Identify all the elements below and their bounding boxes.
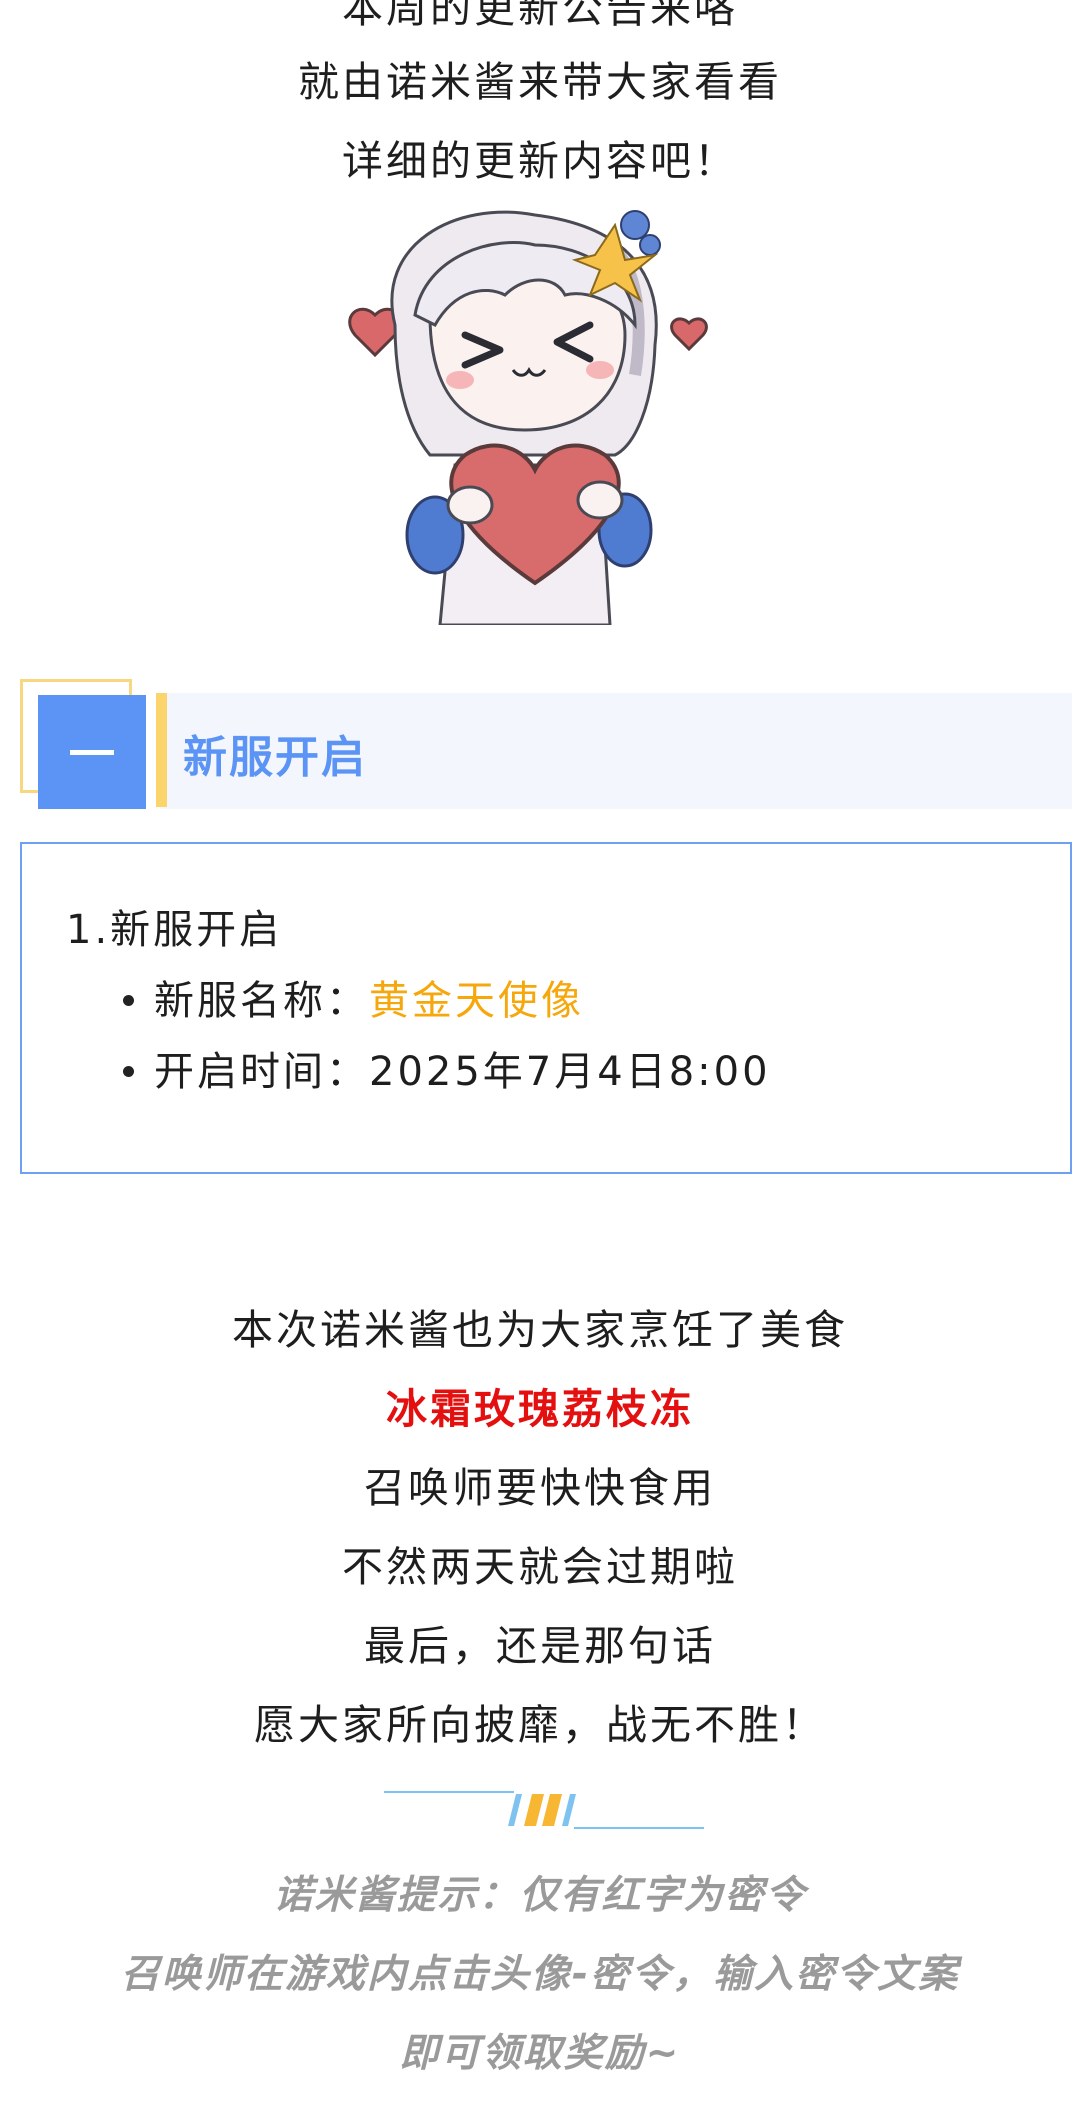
- closing-line-1: 本次诺米酱也为大家烹饪了美食: [232, 1306, 848, 1354]
- bullet-dot-icon: [123, 1065, 134, 1077]
- tip-line-2: 召唤师在游戏内点击头像-密令，输入密令文案: [120, 1952, 960, 1997]
- closing-line-6: 愿大家所向披靡，战无不胜！: [254, 1701, 826, 1749]
- bullet-dot-icon: [123, 994, 134, 1006]
- bullet-open-time: 开启时间：2025年7月4日8:00: [123, 1039, 771, 1097]
- intro-line-partial: 本周的更新公告来咯: [342, 0, 738, 32]
- section-number-dash-icon: [70, 749, 114, 755]
- mascot-illustration: [348, 210, 708, 625]
- bullet-label: 新服名称：: [154, 978, 369, 1024]
- intro-line-1: 就由诺米酱来带大家看看: [298, 58, 782, 106]
- bullet-server-name: 新服名称：黄金天使像: [123, 968, 584, 1026]
- box-item-heading: 1.新服开启: [66, 907, 283, 953]
- section-number-badge: [38, 695, 146, 809]
- closing-line-4: 不然两天就会过期啦: [342, 1543, 738, 1591]
- tip-line-1: 诺米酱提示：仅有红字为密令: [273, 1873, 807, 1918]
- slash-stripe-divider-icon: [384, 1791, 704, 1829]
- closing-line-5: 最后，还是那句话: [364, 1622, 716, 1670]
- section-stripe: [156, 693, 167, 807]
- server-name-value: 黄金天使像: [369, 978, 584, 1024]
- heart-right-icon: [670, 317, 708, 352]
- redeem-code-text: 冰霜玫瑰荔枝冻: [386, 1385, 694, 1433]
- open-time-value: 2025年7月4日8:00: [369, 1049, 771, 1095]
- article-page: 本周的更新公告来咯 就由诺米酱来带大家看看 详细的更新内容吧！ 新服开启 1.新…: [0, 0, 1080, 2123]
- intro-line-2: 详细的更新内容吧！: [342, 137, 738, 185]
- closing-line-3: 召唤师要快快食用: [364, 1464, 716, 1512]
- tip-line-3: 即可领取奖励~: [399, 2031, 681, 2076]
- bullet-label: 开启时间：: [154, 1049, 369, 1095]
- section-title: 新服开启: [183, 732, 367, 783]
